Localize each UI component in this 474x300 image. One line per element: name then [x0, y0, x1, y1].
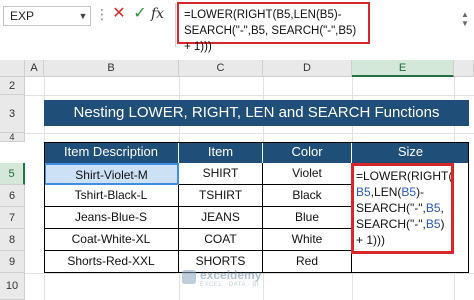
cell-b6[interactable]: Tshirt-Black-L: [44, 185, 179, 207]
edit-part: SEARCH("-",: [356, 217, 426, 231]
more-options-icon[interactable]: ⋮: [95, 6, 109, 26]
enter-icon[interactable]: ✓: [132, 4, 148, 24]
exceldemy-logo-icon: [182, 270, 196, 284]
cell-e-overflow: [454, 163, 469, 251]
watermark: exceldemy EXCEL · DATA · BI: [182, 268, 292, 294]
edit-part: =LOWER(RIGHT(: [356, 169, 453, 183]
reference-b5: B5: [356, 185, 371, 199]
column-header-c[interactable]: C: [179, 60, 263, 77]
column-header-a[interactable]: A: [25, 60, 44, 77]
insert-function-icon[interactable]: fx: [151, 4, 173, 24]
row-header-8[interactable]: 8: [0, 229, 25, 251]
row-header-7[interactable]: 7: [0, 207, 25, 229]
watermark-tagline: EXCEL · DATA · BI: [200, 282, 260, 288]
cell-d5[interactable]: Violet: [263, 163, 352, 185]
cell-d6[interactable]: Black: [263, 185, 352, 207]
reference-b5: B5: [425, 201, 441, 215]
formula-bar-scroll-icon[interactable]: ▲ ▼: [460, 10, 470, 28]
sheet-title[interactable]: Nesting LOWER, RIGHT, LEN and SEARCH Fun…: [44, 100, 469, 126]
reference-b5: B5: [401, 185, 417, 199]
cell-b5[interactable]: Shirt-Violet-M: [44, 163, 179, 185]
select-all-corner[interactable]: [0, 60, 25, 77]
column-header-f[interactable]: [454, 60, 474, 77]
cell-b7[interactable]: Jeans-Blue-S: [44, 207, 179, 229]
column-header-d[interactable]: D: [263, 60, 352, 77]
edit-part: + 1))): [356, 233, 386, 247]
edit-part: )-: [416, 185, 425, 199]
cell-c8[interactable]: COAT: [179, 229, 263, 251]
cell-e5-editor[interactable]: =LOWER(RIGHT(B5,LEN(B5)- SEARCH("-",B5, SE…: [351, 163, 454, 254]
row-header-5[interactable]: 5: [0, 163, 25, 185]
cell-c7[interactable]: JEANS: [179, 207, 263, 229]
row-header-4[interactable]: 4: [0, 133, 25, 142]
column-header-b[interactable]: B: [44, 60, 179, 77]
gridline: [25, 95, 474, 96]
edit-part: ,: [440, 201, 444, 215]
row-header-6[interactable]: 6: [0, 185, 25, 207]
column-header-e[interactable]: E: [352, 60, 454, 77]
edit-part: SEARCH("-",: [356, 201, 426, 215]
cell-d7[interactable]: Blue: [263, 207, 352, 229]
header-size[interactable]: Size: [352, 142, 469, 163]
header-item[interactable]: Item: [179, 142, 263, 163]
row-header-9[interactable]: 9: [0, 251, 25, 273]
reference-b5: B5: [425, 217, 441, 231]
row-header-3[interactable]: 3: [0, 95, 25, 133]
cell-b8[interactable]: Coat-White-XL: [44, 229, 179, 251]
formula-bar-divider: [175, 3, 176, 47]
cell-b9[interactable]: Shorts-Red-XXL: [44, 251, 179, 273]
cancel-icon[interactable]: ✕: [111, 4, 127, 24]
cell-c5[interactable]: SHIRT: [179, 163, 263, 185]
formula-input[interactable]: =LOWER(RIGHT(B5,LEN(B5)- SEARCH("-",B5, …: [177, 2, 370, 53]
header-color[interactable]: Color: [263, 142, 352, 163]
formula-line-1: =LOWER(RIGHT(B5,LEN(B5)-: [184, 9, 342, 21]
gridline: [25, 133, 474, 134]
row-header-10[interactable]: 10: [0, 273, 25, 300]
watermark-brand: exceldemy: [200, 268, 262, 282]
cell-d8[interactable]: White: [263, 229, 352, 251]
chevron-down-icon[interactable]: ▼: [76, 6, 90, 26]
header-item-description[interactable]: Item Description: [44, 142, 179, 163]
cell-e9[interactable]: [352, 251, 469, 273]
edit-part: ): [440, 217, 445, 231]
edit-part: ,LEN(: [370, 185, 402, 199]
cell-c6[interactable]: TSHIRT: [179, 185, 263, 207]
row-header-2[interactable]: 2: [0, 77, 25, 95]
